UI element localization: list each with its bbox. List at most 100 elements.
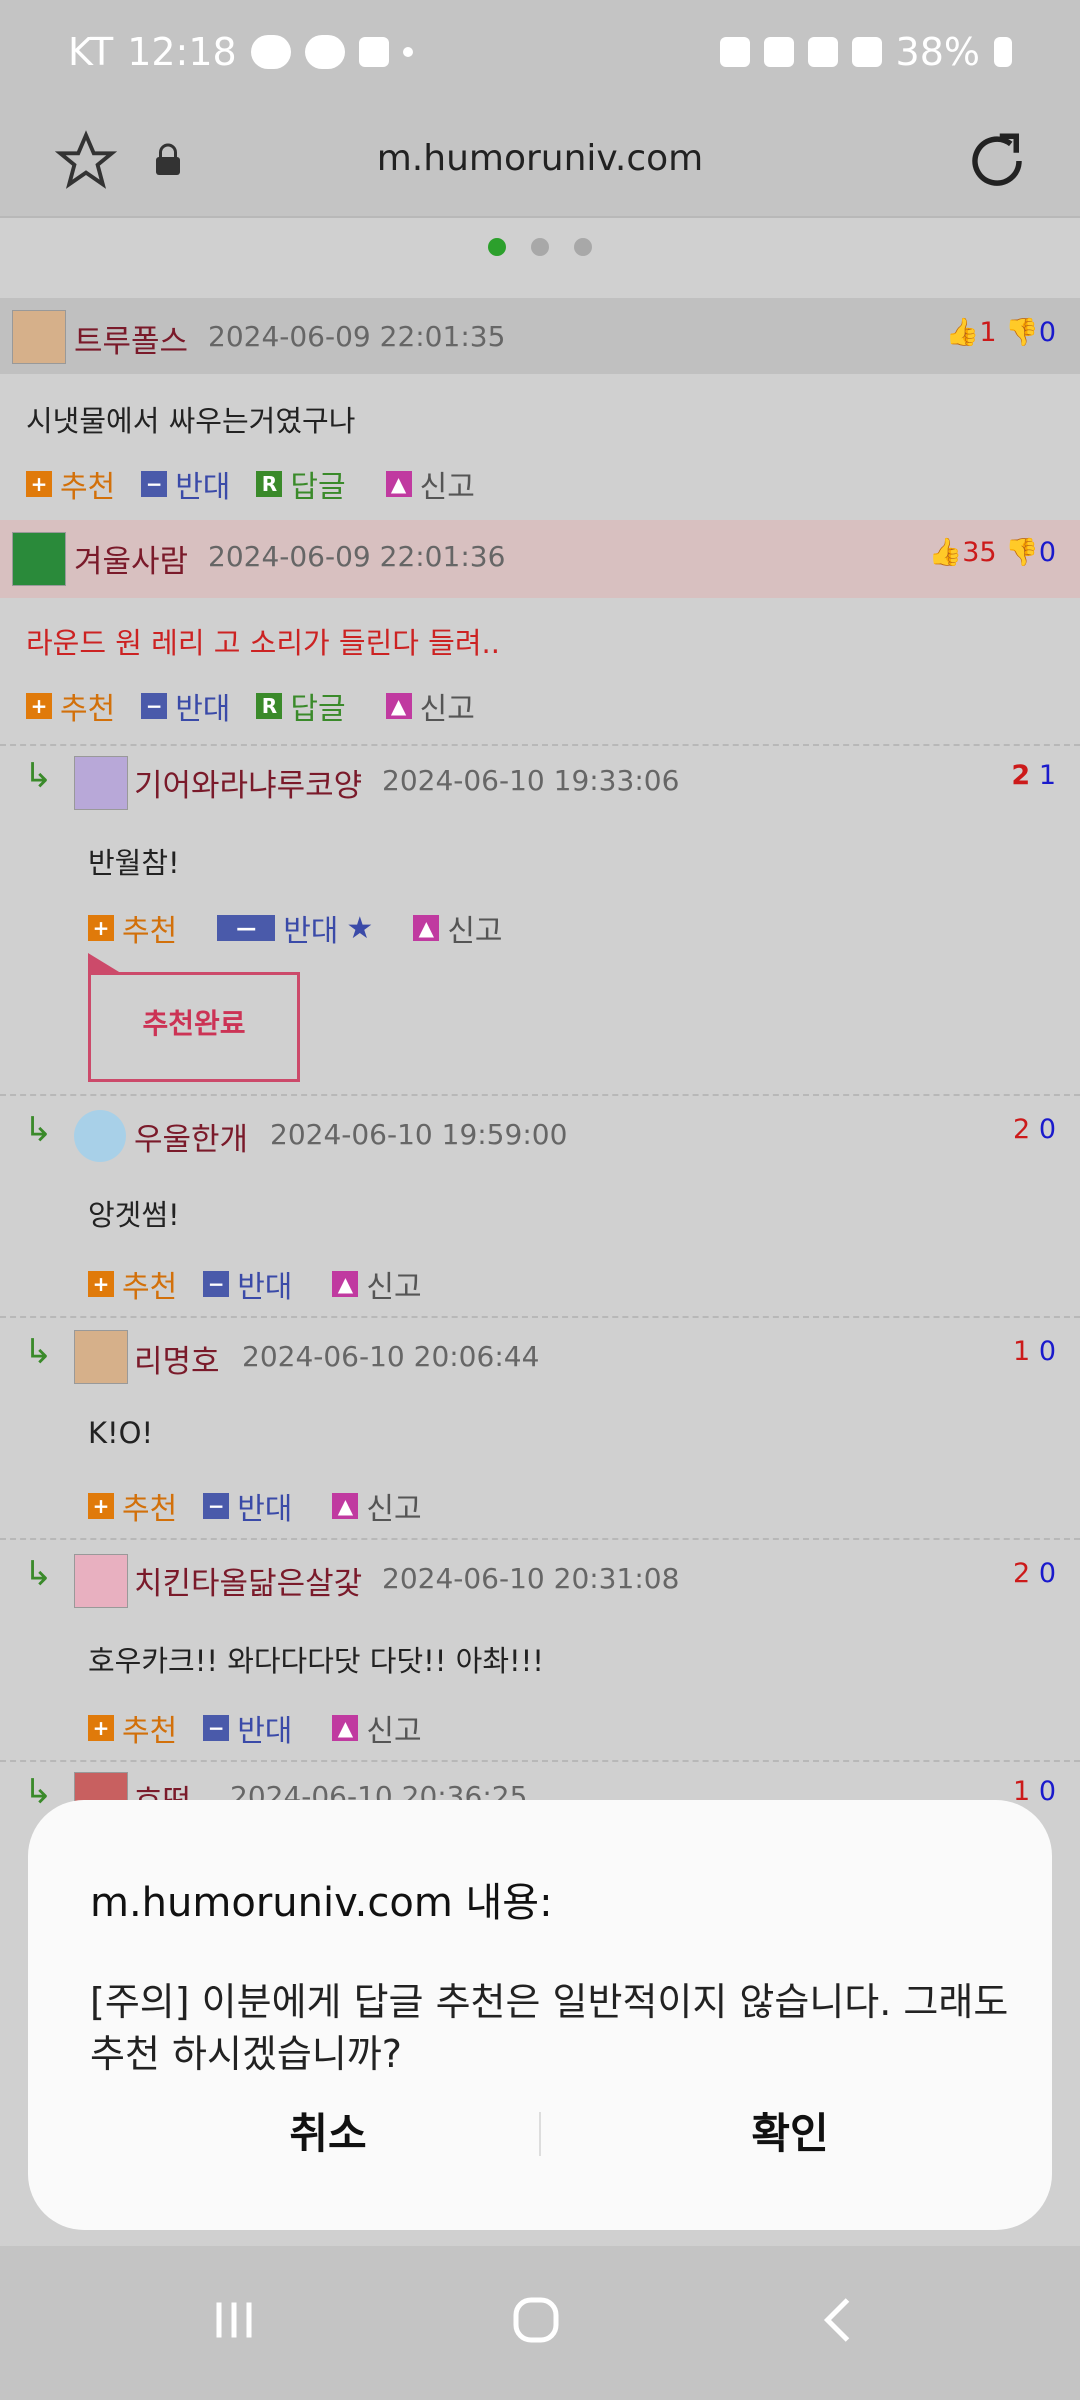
report-button[interactable]: ▲ 신고 [332, 1484, 422, 1528]
dialog-title: m.humoruniv.com 내용: [90, 1880, 553, 1926]
comment-author[interactable]: 트루폴스 [74, 316, 188, 361]
avatar[interactable] [12, 532, 66, 586]
vote-count: 👍1 👎0 [946, 316, 1056, 348]
plus-icon: + [26, 471, 52, 497]
down-count: 0 [1038, 1558, 1056, 1589]
reply-author[interactable]: 우울한개 [134, 1114, 248, 1159]
reply-date: 2024-06-10 19:33:06 [382, 764, 680, 797]
oppose-button[interactable]: − 반대 [203, 1706, 292, 1750]
cancel-button[interactable]: 취소 [178, 2100, 478, 2161]
report-button[interactable]: ▲ 신고 [413, 906, 503, 950]
siren-icon: ▲ [385, 693, 412, 719]
oppose-button[interactable]: − 반대 [141, 462, 230, 506]
dialog-divider [539, 2112, 541, 2156]
up-count: 35 [962, 537, 997, 568]
comment-text: 시냇물에서 싸우는거였구나 [26, 404, 356, 438]
vote-count: 2 0 [1013, 1558, 1056, 1589]
reply-author[interactable]: 기어와라냐루코양 [134, 760, 362, 805]
reply-button[interactable]: R 답글 [256, 684, 346, 728]
reply-text: 반월참! [88, 846, 180, 880]
down-count: 1 [1038, 760, 1056, 791]
reply-actions: + 추천 − 반대 ▲ 신고 [88, 1262, 448, 1306]
report-button[interactable]: ▲ 신고 [332, 1262, 422, 1306]
avatar[interactable] [74, 756, 128, 810]
url-text[interactable]: m.humoruniv.com [0, 138, 1080, 179]
minus-icon: − [141, 693, 168, 719]
reply-actions: + 추천 — 반대 ★ ▲ 신고 [88, 906, 529, 950]
report-button[interactable]: ▲ 신고 [385, 684, 475, 728]
system-nav-bar [0, 2246, 1080, 2400]
signal-icon [851, 37, 882, 67]
thumbs-up-icon: 👍 [928, 537, 963, 568]
oppose-button[interactable]: − 반대 [203, 1262, 292, 1306]
divider [0, 744, 1080, 746]
dialog-message: [주의] 이분에게 답글 추천은 일반적이지 않습니다. 그래도 추천 하시겠습… [90, 1980, 1009, 2076]
recommend-button[interactable]: + 추천 [26, 462, 115, 506]
carousel-dot-active[interactable] [487, 238, 506, 256]
oppose-button[interactable]: − 반대 [141, 684, 230, 728]
carousel-dot[interactable] [574, 238, 593, 256]
oppose-button[interactable]: — 반대 ★ [217, 906, 373, 950]
thumbs-up-icon: 👍 [945, 317, 980, 348]
siren-icon: ▲ [332, 1715, 359, 1741]
recommend-button[interactable]: + 추천 [88, 906, 177, 950]
divider [0, 1538, 1080, 1540]
avatar[interactable] [74, 1554, 128, 1608]
notification-dot-icon [402, 47, 413, 57]
reply-button[interactable]: R 답글 [256, 462, 346, 506]
vote-count: 2 1 [1011, 760, 1056, 791]
vote-count: 1 0 [1013, 1776, 1056, 1807]
plus-icon: + [88, 1493, 114, 1519]
vote-count: 1 0 [1013, 1336, 1056, 1367]
talk-icon [304, 35, 345, 69]
reply-text: 앙겟썸! [88, 1198, 180, 1232]
report-button[interactable]: ▲ 신고 [332, 1706, 422, 1750]
reply-author[interactable]: 리명호 [134, 1336, 220, 1381]
star-icon: ★ [346, 910, 374, 946]
comment-author[interactable]: 겨울사람 [74, 536, 188, 581]
up-count: 1 [979, 317, 997, 348]
reply-author[interactable]: 치킨타올닮은살갗 [134, 1558, 362, 1603]
oppose-button[interactable]: − 반대 [203, 1484, 292, 1528]
minus-icon: — [217, 915, 276, 941]
recommend-button[interactable]: + 추천 [88, 1484, 177, 1528]
battery-icon [994, 37, 1012, 67]
home-icon[interactable] [506, 2290, 566, 2350]
reload-icon[interactable] [964, 128, 1030, 194]
recommend-button[interactable]: + 추천 [88, 1706, 177, 1750]
comment-date: 2024-06-09 22:01:36 [208, 540, 506, 573]
avatar[interactable] [74, 1110, 126, 1162]
tooltip-label: 추천완료 [142, 1007, 246, 1040]
recommend-button[interactable]: + 추천 [26, 684, 115, 728]
down-count: 0 [1038, 317, 1056, 348]
siren-icon: ▲ [385, 471, 412, 497]
down-count: 0 [1038, 537, 1056, 568]
reply-arrow-icon: ↳ [24, 1554, 53, 1594]
down-count: 0 [1038, 1114, 1056, 1145]
recommend-complete-tooltip: 추천완료 [88, 953, 300, 1082]
avatar[interactable] [12, 310, 66, 364]
divider [0, 1316, 1080, 1318]
confirm-button[interactable]: 확인 [640, 2100, 940, 2161]
report-button[interactable]: ▲ 신고 [385, 462, 475, 506]
vote-count: 👍35 👎0 [929, 536, 1056, 568]
status-bar: KT 12:18 38% [0, 0, 1080, 108]
down-count: 0 [1038, 1776, 1056, 1807]
reply-arrow-icon: ↳ [24, 1332, 53, 1372]
divider [0, 1094, 1080, 1096]
recent-apps-icon[interactable] [204, 2290, 264, 2350]
divider [0, 1760, 1080, 1762]
reply-icon: R [256, 693, 283, 719]
minus-icon: − [203, 1715, 230, 1741]
back-icon[interactable] [810, 2290, 870, 2350]
carousel-dot[interactable] [531, 238, 549, 256]
down-count: 0 [1038, 1336, 1056, 1367]
reply-arrow-icon: ↳ [24, 1110, 53, 1150]
avatar[interactable] [74, 1330, 128, 1384]
minus-icon: − [203, 1271, 230, 1297]
reply-arrow-icon: ↳ [24, 756, 53, 796]
wifi-icon [763, 37, 794, 67]
siren-icon: ▲ [413, 915, 440, 941]
reply-text: 호우카크!! 와다다다닷 다닷!! 아촤!!! [88, 1644, 544, 1678]
recommend-button[interactable]: + 추천 [88, 1262, 177, 1306]
